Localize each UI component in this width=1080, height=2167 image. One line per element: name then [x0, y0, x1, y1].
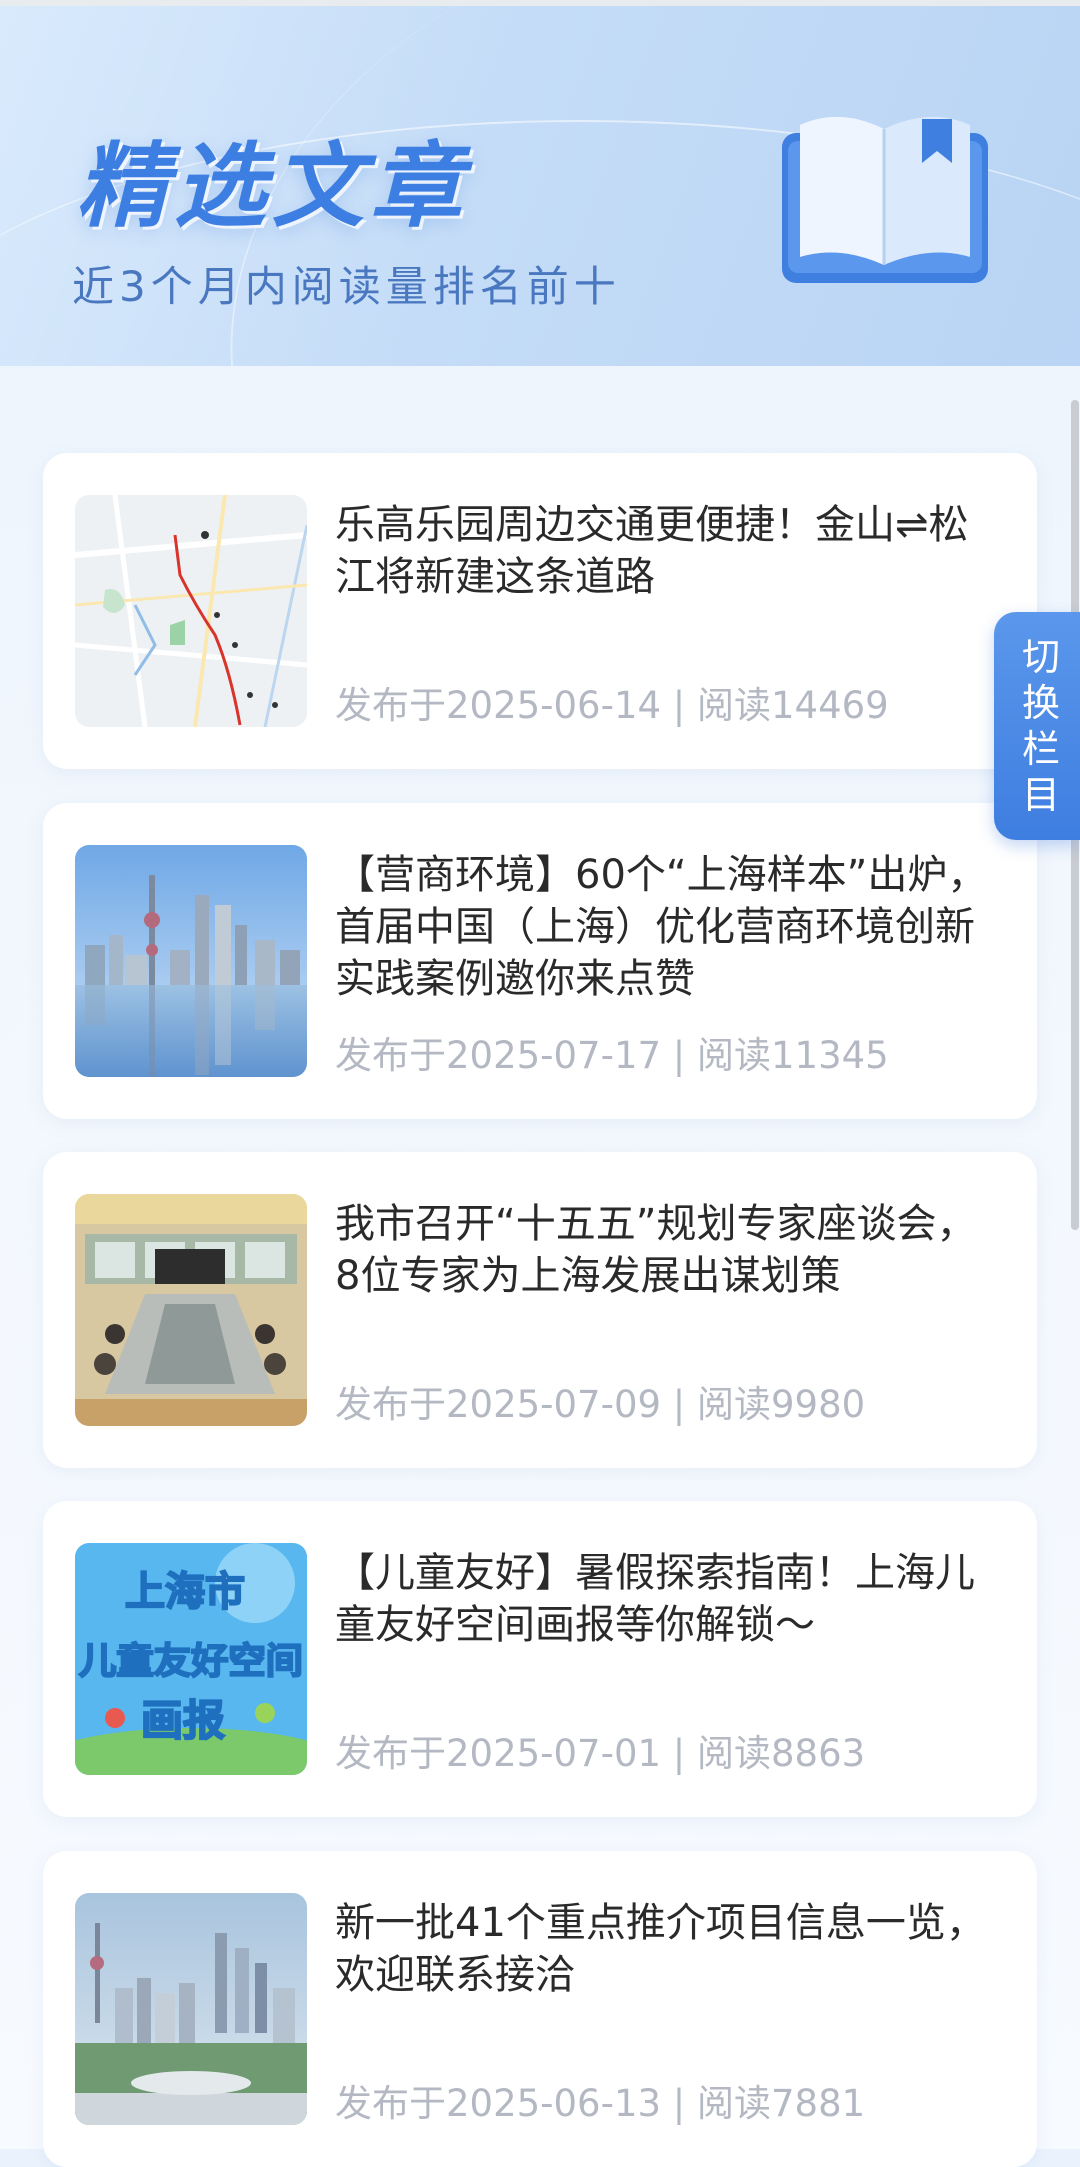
article-title[interactable]: 【营商环境】60个“上海样本”出炉，首届中国（上海）优化营商环境创新实践案例邀你…	[335, 849, 995, 1005]
article-title[interactable]: 【儿童友好】暑假探索指南！上海儿童友好空间画报等你解锁～	[335, 1547, 995, 1651]
article-thumbnail-map	[75, 495, 307, 727]
article-thumbnail-skyline	[75, 845, 307, 1077]
article-card[interactable]: 新一批41个重点推介项目信息一览，欢迎联系接洽 发布于2025-06-13 | …	[43, 1851, 1037, 2167]
poster-text-line3: 画报	[141, 1696, 225, 1745]
article-title[interactable]: 我市召开“十五五”规划专家座谈会，8位专家为上海发展出谋划策	[335, 1198, 995, 1302]
article-meta: 发布于2025-07-17 | 阅读11345	[335, 1034, 889, 1077]
article-meta: 发布于2025-06-13 | 阅读7881	[335, 2082, 866, 2125]
article-card[interactable]: 乐高乐园周边交通更便捷！金山⇌松江将新建这条道路 发布于2025-06-14 |…	[43, 453, 1037, 769]
switch-column-button[interactable]: 切换栏目	[994, 612, 1080, 840]
article-thumbnail-city	[75, 1893, 307, 2125]
switch-column-label: 切换栏目	[1021, 635, 1060, 817]
article-title[interactable]: 新一批41个重点推介项目信息一览，欢迎联系接洽	[335, 1897, 995, 2001]
poster-text-line1: 上海市	[125, 1569, 245, 1615]
article-card[interactable]: 我市召开“十五五”规划专家座谈会，8位专家为上海发展出谋划策 发布于2025-0…	[43, 1152, 1037, 1468]
article-meta: 发布于2025-07-09 | 阅读9980	[335, 1383, 866, 1426]
page-subtitle: 近3个月内阅读量排名前十	[72, 262, 621, 311]
header-banner: 精选文章 近3个月内阅读量排名前十	[0, 0, 1080, 366]
article-title[interactable]: 乐高乐园周边交通更便捷！金山⇌松江将新建这条道路	[335, 499, 995, 603]
open-book-icon	[782, 116, 988, 283]
article-thumbnail-meeting	[75, 1194, 307, 1426]
article-card[interactable]: 上海市 儿童友好空间 画报 【儿童友好】暑假探索指南！上海儿童友好空间画报等你解…	[43, 1501, 1037, 1817]
poster-text-line2: 儿童友好空间	[79, 1640, 303, 1682]
article-card[interactable]: 【营商环境】60个“上海样本”出炉，首届中国（上海）优化营商环境创新实践案例邀你…	[43, 803, 1037, 1119]
article-meta: 发布于2025-06-14 | 阅读14469	[335, 684, 889, 727]
article-meta: 发布于2025-07-01 | 阅读8863	[335, 1732, 866, 1775]
article-thumbnail-poster: 上海市 儿童友好空间 画报	[75, 1543, 307, 1775]
page-title: 精选文章	[76, 133, 469, 240]
